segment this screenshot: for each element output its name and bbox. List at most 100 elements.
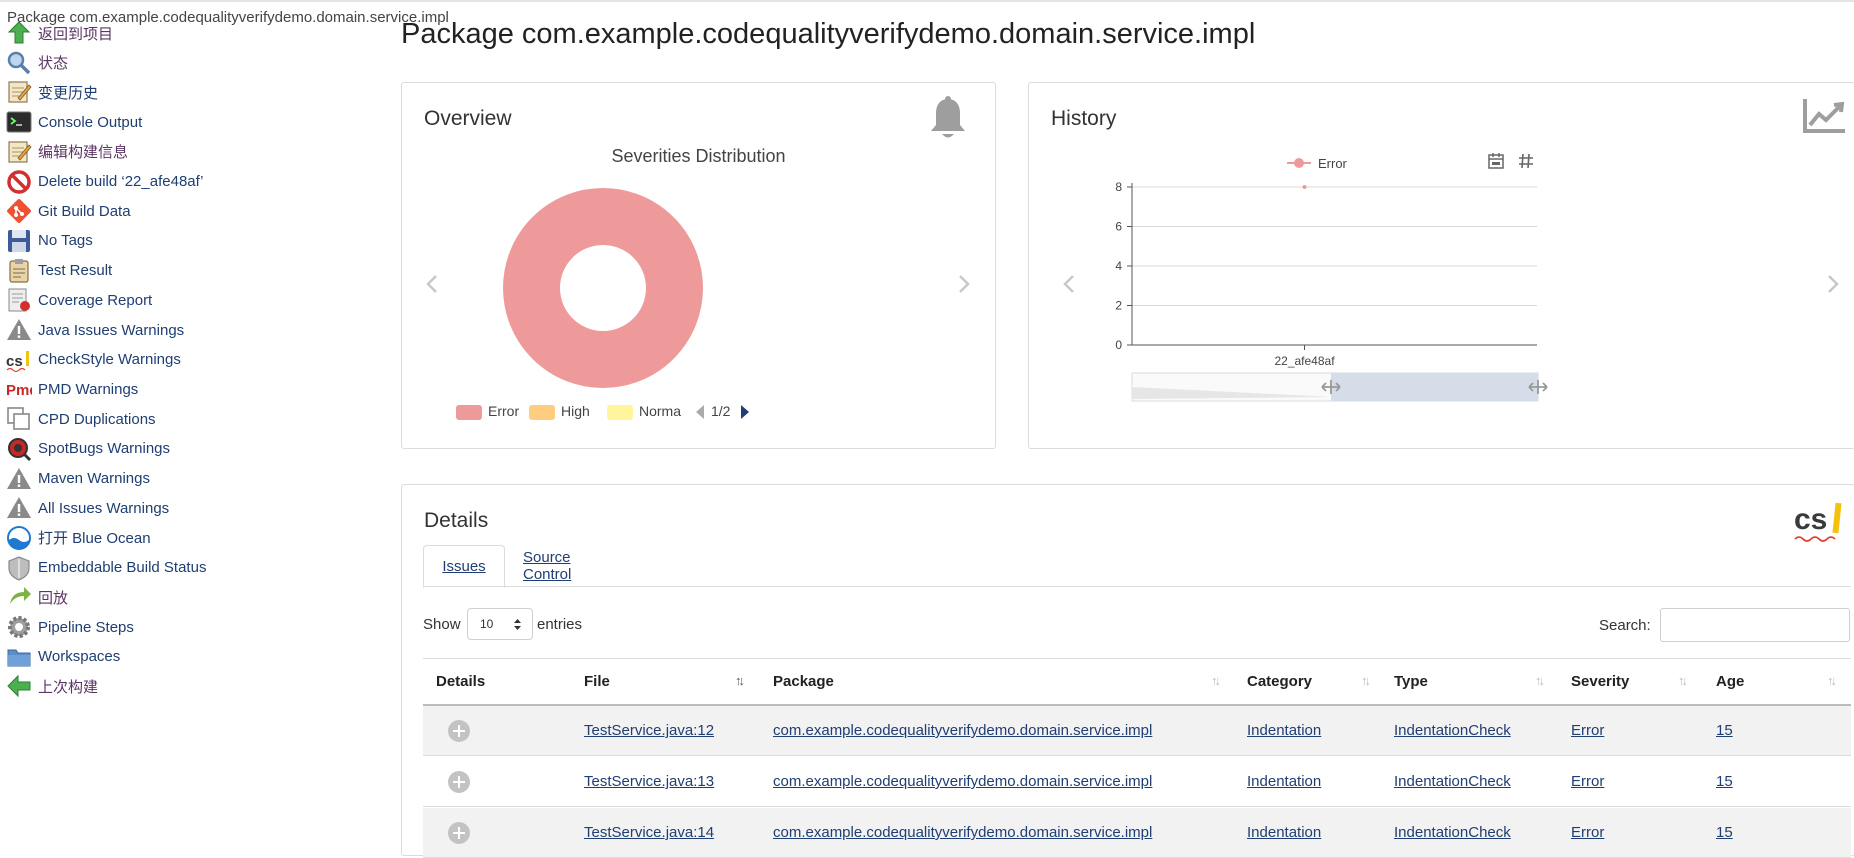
legend-swatch-error[interactable] — [456, 405, 482, 420]
cell-type[interactable]: IndentationCheck — [1394, 824, 1511, 841]
cell-package[interactable]: com.example.codequalityverifydemo.domain… — [773, 722, 1152, 739]
cell-file[interactable]: TestService.java:13 — [584, 773, 714, 790]
sidebar-item-10[interactable]: Java Issues Warnings — [6, 315, 184, 345]
sidebar-item-label: All Issues Warnings — [38, 499, 170, 517]
sidebar-item-label: Java Issues Warnings — [38, 321, 185, 339]
cell-category[interactable]: Indentation — [1247, 722, 1321, 739]
sidebar-item-label: 打开 Blue Ocean — [38, 530, 151, 548]
sort-file-icon[interactable]: ↑↓ — [735, 673, 745, 688]
sort-severity-icon[interactable]: ↑↓ — [1678, 673, 1688, 688]
cell-type[interactable]: IndentationCheck — [1394, 773, 1511, 790]
sort-type-icon[interactable]: ↑↓ — [1535, 673, 1545, 688]
legend-swatch-norma[interactable] — [607, 405, 633, 420]
severities-donut-chart — [503, 188, 703, 388]
sidebar-item-2[interactable]: 变更历史 — [6, 77, 98, 107]
sidebar-item-13[interactable]: CPD Duplications — [6, 404, 156, 434]
sidebar-item-label: 变更历史 — [38, 84, 99, 102]
sidebar-item-21[interactable]: Workspaces — [6, 642, 120, 672]
cell-package[interactable]: com.example.codequalityverifydemo.domain… — [773, 824, 1152, 841]
cell-age[interactable]: 15 — [1716, 824, 1733, 841]
severities-chart-title: Severities Distribution — [611, 146, 786, 166]
prev-chart-chevron[interactable] — [422, 273, 444, 295]
sidebar-item-15[interactable]: Maven Warnings — [6, 464, 150, 494]
next-history-chevron[interactable] — [1821, 273, 1843, 295]
cell-age[interactable]: 15 — [1716, 722, 1733, 739]
shield-icon — [6, 555, 32, 581]
col-age[interactable]: Age — [1716, 673, 1744, 690]
col-category[interactable]: Category — [1247, 673, 1312, 690]
cell-file[interactable]: TestService.java:12 — [584, 722, 714, 739]
y-tick-label: 8 — [1115, 180, 1122, 194]
coverage-icon — [6, 287, 32, 313]
sidebar-item-12[interactable]: Pmd PMD Warnings — [6, 374, 138, 404]
sidebar-item-18[interactable]: Embeddable Build Status — [6, 553, 206, 583]
sort-age-icon[interactable]: ↑↓ — [1827, 673, 1837, 688]
table-row: TestService.java:12 com.example.codequali… — [423, 706, 1851, 756]
expand-row-icon[interactable] — [448, 771, 470, 793]
cell-age[interactable]: 15 — [1716, 773, 1733, 790]
sidebar-item-label: SpotBugs Warnings — [38, 440, 171, 458]
sidebar-item-5[interactable]: Delete build ‘22_afe48af’ — [6, 167, 203, 197]
legend-swatch-high[interactable] — [529, 405, 555, 420]
legend-next-icon[interactable] — [740, 404, 750, 425]
sidebar-item-3[interactable]: Console Output — [6, 107, 142, 137]
history-legend-marker[interactable] — [1294, 158, 1304, 168]
history-point[interactable] — [1302, 185, 1307, 189]
sidebar-item-4[interactable]: 编辑构建信息 — [6, 137, 128, 167]
col-severity[interactable]: Severity — [1571, 673, 1629, 690]
sidebar-item-label: Maven Warnings — [38, 470, 150, 487]
sidebar-item-7[interactable]: No Tags — [6, 226, 93, 256]
tab-source-control[interactable]: Source Control — [505, 545, 589, 586]
cell-severity[interactable]: Error — [1571, 773, 1604, 790]
sidebar-item-14[interactable]: SpotBugs Warnings — [6, 434, 170, 464]
cell-category[interactable]: Indentation — [1247, 773, 1321, 790]
warning-icon — [6, 466, 32, 492]
search-label: Search: — [1599, 617, 1651, 634]
cell-package[interactable]: com.example.codequalityverifydemo.domain… — [773, 773, 1152, 790]
sidebar-item-22[interactable]: 上次构建 — [6, 671, 98, 701]
zoom-slider-selection[interactable] — [1331, 373, 1538, 401]
sidebar-item-9[interactable]: Coverage Report — [6, 285, 152, 315]
sidebar-item-16[interactable]: All Issues Warnings — [6, 493, 169, 523]
pmd-icon: Pmd — [6, 376, 32, 402]
notepad-icon — [6, 79, 32, 105]
sort-package-icon[interactable]: ↑↓ — [1211, 673, 1221, 688]
legend-prev-icon[interactable] — [695, 404, 705, 425]
page-title: Package com.example.codequalityverifydem… — [401, 18, 1256, 50]
pie-slice-error — [503, 188, 703, 388]
cell-type[interactable]: IndentationCheck — [1394, 722, 1511, 739]
expand-row-icon[interactable] — [448, 720, 470, 742]
sidebar-item-19[interactable]: 回放 — [6, 582, 68, 612]
sidebar-item-label: Git Build Data — [38, 202, 131, 220]
sidebar-item-20[interactable]: Pipeline Steps — [6, 612, 134, 642]
sort-category-icon[interactable]: ↑↓ — [1361, 673, 1371, 688]
show-label: Show — [423, 616, 461, 633]
cell-severity[interactable]: Error — [1571, 824, 1604, 841]
sidebar-item-6[interactable]: Git Build Data — [6, 196, 131, 226]
sidebar-item-11[interactable]: cs CheckStyle Warnings — [6, 345, 181, 375]
col-details[interactable]: Details — [436, 673, 485, 690]
search-input[interactable] — [1660, 608, 1850, 642]
entries-select[interactable]: 10 — [467, 608, 533, 640]
terminal-icon — [6, 109, 32, 135]
sidebar-item-label: 返回到项目 — [38, 25, 114, 43]
tab-issues[interactable]: Issues — [423, 545, 505, 588]
sidebar-item-17[interactable]: 打开 Blue Ocean — [6, 523, 151, 553]
checkstyle-logo: cs — [1794, 502, 1846, 543]
sidebar-item-1[interactable]: 状态 — [6, 48, 68, 78]
col-package[interactable]: Package — [773, 673, 834, 690]
cell-category[interactable]: Indentation — [1247, 824, 1321, 841]
cell-file[interactable]: TestService.java:14 — [584, 824, 714, 841]
sidebar-item-label: 上次构建 — [38, 678, 99, 696]
col-type[interactable]: Type — [1394, 673, 1428, 690]
sidebar-item-label: Delete build ‘22_afe48af’ — [38, 173, 204, 190]
sidebar-item-0[interactable]: 返回到项目 — [6, 18, 113, 48]
expand-row-icon[interactable] — [448, 822, 470, 844]
cell-severity[interactable]: Error — [1571, 722, 1604, 739]
sidebar-item-8[interactable]: Test Result — [6, 256, 112, 286]
y-tick-label: 4 — [1115, 259, 1122, 273]
updown-icon — [514, 619, 521, 630]
bell-icon — [931, 96, 965, 138]
next-chart-chevron[interactable] — [952, 273, 974, 295]
col-file[interactable]: File — [584, 673, 610, 690]
